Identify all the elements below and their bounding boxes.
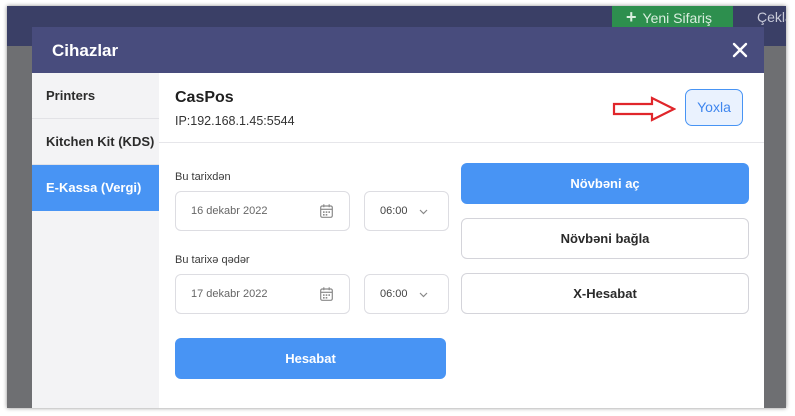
close-button[interactable]: [728, 38, 752, 62]
calendar-icon: [320, 204, 333, 218]
new-order-label: Yeni Sifariş: [642, 10, 713, 26]
devices-modal: Cihazlar Printers Kitchen Kit (KDS) E-Ka…: [32, 27, 764, 408]
close-shift-button[interactable]: Növbəni bağla: [461, 218, 749, 259]
modal-title: Cihazlar: [52, 41, 119, 60]
background-menu-text[interactable]: Çekla: [757, 6, 786, 28]
chevron-down-icon: [419, 292, 428, 298]
sidebar-item-printers[interactable]: Printers: [32, 73, 159, 119]
to-time-select[interactable]: 06:00: [364, 274, 449, 314]
plus-icon: +: [626, 7, 637, 27]
modal-header: Cihazlar: [32, 27, 764, 73]
red-arrow-icon: [612, 96, 676, 122]
x-report-button[interactable]: X-Hesabat: [461, 273, 749, 314]
from-time-select[interactable]: 06:00: [364, 191, 449, 231]
calendar-icon: [320, 287, 333, 301]
to-date-label: Bu tarixə qədər: [175, 254, 250, 266]
new-order-button[interactable]: + Yeni Sifariş: [612, 6, 733, 28]
open-shift-button[interactable]: Növbəni aç: [461, 163, 749, 204]
close-icon: [732, 42, 748, 58]
device-content: CasPos IP:192.168.1.45:5544 Yoxla Bu tar…: [159, 73, 764, 408]
device-name: CasPos: [175, 89, 234, 106]
check-button[interactable]: Yoxla: [685, 89, 743, 126]
to-time-value: 06:00: [380, 288, 408, 300]
sidebar-item-e-kassa[interactable]: E-Kassa (Vergi): [32, 165, 159, 211]
device-sidebar: Printers Kitchen Kit (KDS) E-Kassa (Verg…: [32, 73, 159, 408]
to-date-input[interactable]: 17 dekabr 2022: [175, 274, 350, 314]
sidebar-item-kitchen-kit[interactable]: Kitchen Kit (KDS): [32, 119, 159, 165]
chevron-down-icon: [419, 209, 428, 215]
from-date-label: Bu tarixdən: [175, 171, 231, 183]
from-time-value: 06:00: [380, 205, 408, 217]
device-ip: IP:192.168.1.45:5544: [175, 114, 295, 128]
from-date-value: 16 dekabr 2022: [191, 205, 268, 217]
header-divider: [159, 142, 764, 143]
to-date-value: 17 dekabr 2022: [191, 288, 268, 300]
report-button[interactable]: Hesabat: [175, 338, 446, 379]
from-date-input[interactable]: 16 dekabr 2022: [175, 191, 350, 231]
app-screen: + Yeni Sifariş Çekla Cihazlar Printers Ki…: [7, 6, 786, 408]
